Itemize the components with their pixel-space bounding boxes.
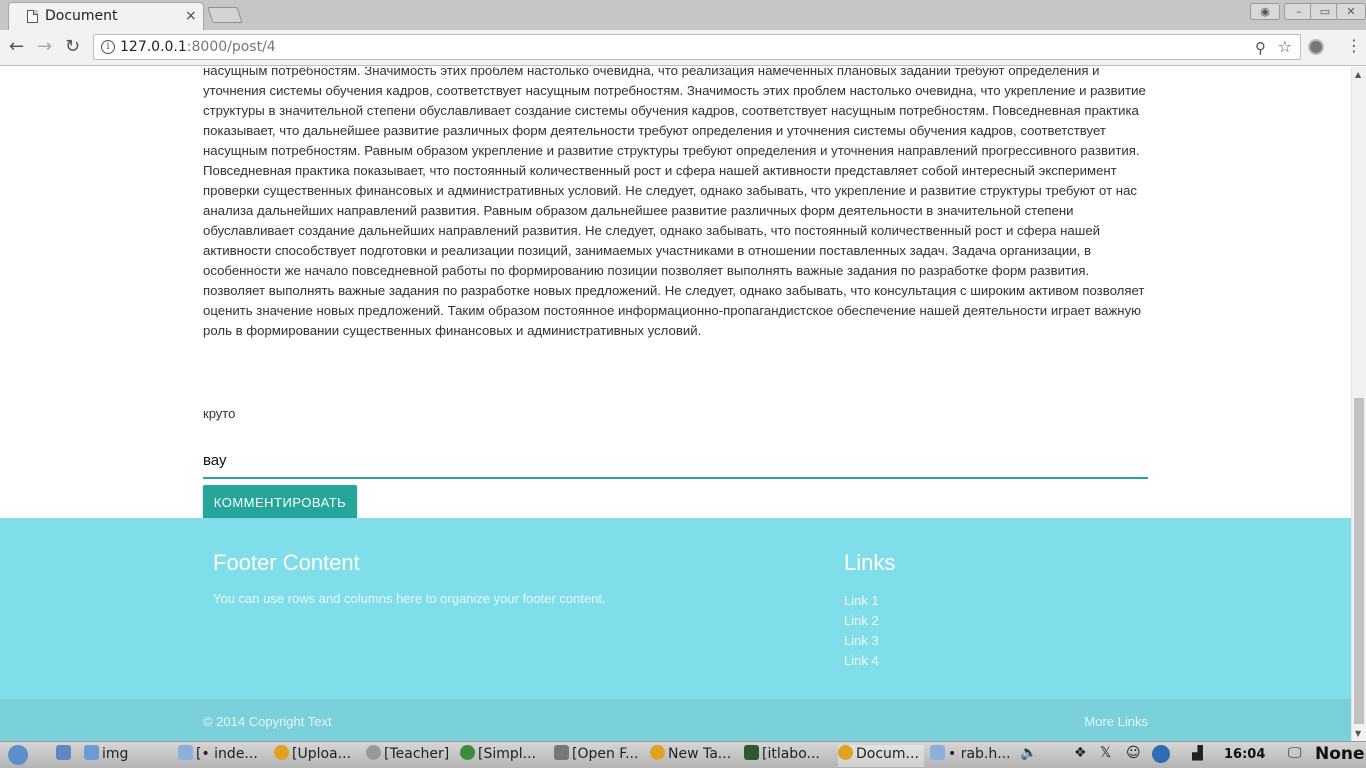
page-scrollbar[interactable]: ▲ ▼ (1351, 67, 1366, 741)
os-taskbar: img [• inde... [Uploa... [Teacher] [Simp… (0, 741, 1366, 768)
taskbar-item[interactable]: img (84, 745, 170, 767)
taskbar-item[interactable]: [• inde... (178, 745, 268, 767)
comment-input[interactable] (203, 445, 1148, 475)
footer-links: Link 1 Link 2 Link 3 Link 4 (844, 591, 879, 671)
bookmark-star-icon[interactable]: ☆ (1278, 37, 1292, 56)
scroll-down-icon[interactable]: ▼ (1355, 729, 1361, 738)
taskbar-item[interactable]: [Uploa... (274, 745, 362, 767)
taskbar-item[interactable]: [itlabo... (744, 745, 832, 767)
forward-icon[interactable]: → (37, 36, 52, 58)
comment-submit-button[interactable]: КОММЕНТИРОВАТЬ (203, 485, 357, 519)
monitor-icon[interactable]: 🖵 (1288, 745, 1312, 767)
post-body: насущным потребностям. Значимость этих п… (203, 67, 1146, 338)
extension-icon[interactable] (1308, 39, 1324, 55)
browser-toolbar: ← → ↻ i 127.0.0.1:8000/post/4 ⚲ ☆ ⋮ (0, 30, 1366, 66)
scroll-up-icon[interactable]: ▲ (1355, 70, 1361, 79)
taskbar-item[interactable]: • rab.h... (930, 745, 1014, 767)
page-footer: Footer Content You can use rows and colu… (0, 518, 1351, 741)
volume-icon[interactable]: 🔈 (1020, 745, 1040, 767)
taskbar-item[interactable]: [Teacher] (366, 745, 452, 767)
new-tab-button[interactable] (207, 7, 243, 23)
dropbox-icon[interactable]: ❖ (1074, 745, 1094, 767)
show-desktop-icon[interactable] (56, 745, 80, 767)
page-viewport: насущным потребностям. Значимость этих п… (0, 67, 1351, 741)
tab-strip: Document × ◉ – ▭ ✕ (0, 0, 1366, 30)
info-icon[interactable]: i (101, 40, 115, 54)
footer-link[interactable]: Link 3 (844, 631, 879, 651)
taskbar-item[interactable]: [Open F... (554, 745, 642, 767)
url-text[interactable]: 127.0.0.1:8000/post/4 (120, 39, 276, 55)
tab-title: Document (45, 8, 118, 24)
signal-icon: ▟ (1192, 745, 1203, 761)
footer-link[interactable]: Link 2 (844, 611, 879, 631)
scroll-thumb[interactable] (1354, 398, 1364, 724)
footer-link[interactable]: Link 1 (844, 591, 879, 611)
x-app-icon[interactable]: 𝕏 (1100, 745, 1120, 767)
document-icon (27, 10, 38, 23)
footer-copyright-bar: © 2014 Copyright Text More Links (0, 699, 1351, 741)
comment-input-wrapper (203, 443, 1148, 479)
address-bar[interactable]: i 127.0.0.1:8000/post/4 ⚲ ☆ (93, 34, 1301, 60)
taskbar-item[interactable]: New Ta... (650, 745, 738, 767)
zoom-icon[interactable]: ⚲ (1255, 39, 1266, 57)
more-links-link[interactable]: More Links (1084, 714, 1148, 729)
network-globe-icon[interactable] (1152, 745, 1174, 767)
taskbar-item[interactable]: [Simpl... (460, 745, 546, 767)
ghost-icon[interactable]: ☺ (1126, 745, 1146, 767)
tab-close-icon[interactable]: × (185, 8, 197, 24)
reload-icon[interactable]: ↻ (65, 36, 80, 58)
footer-link[interactable]: Link 4 (844, 651, 879, 671)
clock[interactable]: 16:04 (1224, 747, 1265, 762)
menu-icon[interactable]: ⋮ (1346, 36, 1362, 55)
footer-links-title: Links (844, 550, 896, 575)
keyboard-layout-label[interactable]: None (1315, 744, 1365, 764)
taskbar-item-active[interactable]: Docum... (838, 745, 924, 767)
profile-icon[interactable]: ◉ (1250, 3, 1280, 20)
footer-text: You can use rows and columns here to org… (213, 591, 606, 606)
footer-title: Footer Content (213, 550, 360, 575)
comment-text: круто (203, 406, 236, 421)
start-menu-icon[interactable] (8, 745, 38, 767)
close-window-icon[interactable]: ✕ (1336, 3, 1366, 20)
back-icon[interactable]: ← (9, 36, 24, 58)
copyright-text: © 2014 Copyright Text (203, 714, 332, 729)
tab-document[interactable]: Document × (8, 2, 204, 30)
